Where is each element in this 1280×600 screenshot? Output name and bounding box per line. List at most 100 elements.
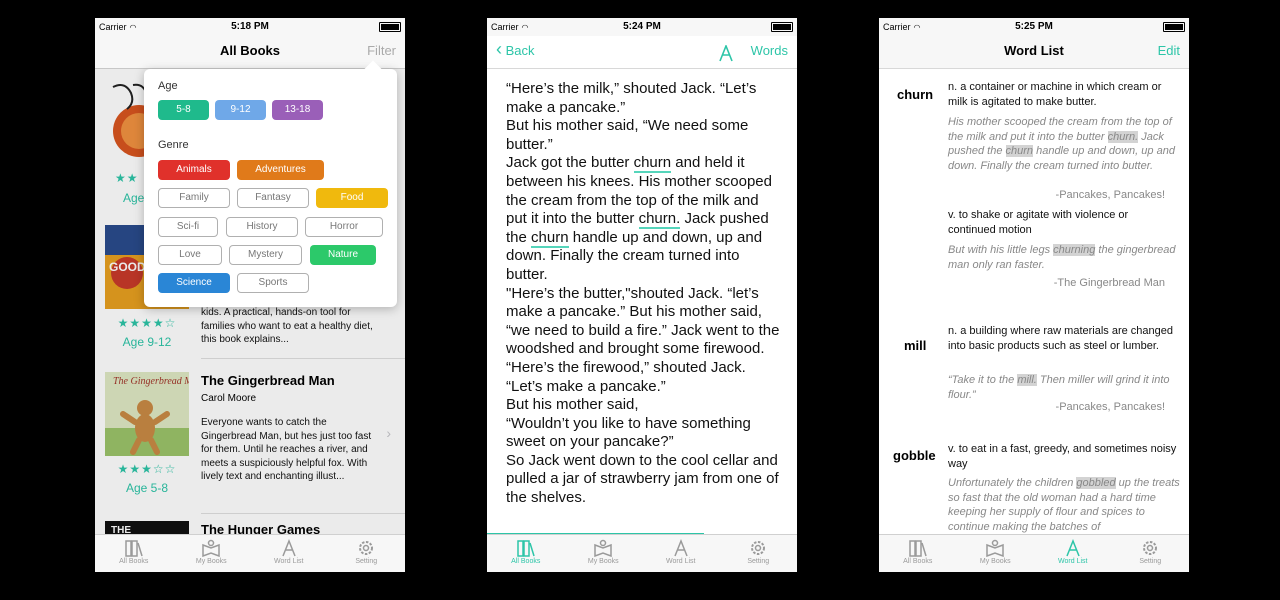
age-section-label: Age: [158, 80, 178, 92]
tab-label: My Books: [587, 558, 619, 565]
books-icon: [909, 540, 927, 557]
tab-label: Word List: [274, 558, 304, 565]
word-list-screen: Carrier ◠ 5:25 PM Word List Edit churn n.…: [879, 18, 1189, 572]
tab-my-books[interactable]: My Books: [173, 535, 251, 572]
genre-chip-love[interactable]: Love: [158, 245, 222, 265]
paragraph: “Here’s the milk,” shouted Jack. “Let’s …: [506, 80, 757, 116]
example-source: -Pancakes, Pancakes!: [1055, 401, 1165, 413]
filter-popover: Age 5-8 9-12 13-18 Genre Animals Adventu…: [144, 60, 397, 307]
genre-chip-history[interactable]: History: [226, 217, 298, 237]
highlighted-word[interactable]: churn: [633, 154, 672, 174]
tab-bar: All Books My Books Word List Setting: [487, 534, 797, 572]
tab-my-books[interactable]: My Books: [957, 535, 1035, 572]
battery-icon: [771, 22, 793, 32]
tab-word-list[interactable]: Word List: [1034, 535, 1112, 572]
reader-icon: [594, 539, 612, 557]
tab-label: All Books: [903, 558, 933, 565]
tab-word-list[interactable]: Word List: [250, 535, 328, 572]
tab-setting[interactable]: Setting: [1112, 535, 1190, 572]
reader-icon: [202, 539, 220, 557]
word-term[interactable]: gobble: [893, 448, 936, 463]
nav-bar: ‹ Back Words: [487, 36, 797, 69]
age-chip-5-8[interactable]: 5-8: [158, 100, 209, 120]
all-books-screen: Carrier ◠ 5:18 PM All Books Filter ★★ Age…: [95, 18, 405, 572]
letter-a-icon: [282, 539, 296, 557]
status-time: 5:25 PM: [1015, 21, 1053, 32]
example-source: -The Gingerbread Man: [1053, 277, 1165, 289]
tab-label: Setting: [1139, 558, 1162, 565]
paragraph: "Here’s the butter,"shouted Jack. “let’s…: [506, 284, 780, 358]
letter-a-icon: [674, 539, 688, 557]
battery-icon: [1163, 22, 1185, 32]
example: Unfortunately the children gobbled up th…: [948, 477, 1180, 533]
battery-icon: [379, 22, 401, 32]
edit-button[interactable]: Edit: [1158, 43, 1180, 58]
genre-chip-sci-fi[interactable]: Sci-fi: [158, 217, 218, 237]
chevron-left-icon: ‹: [496, 39, 502, 59]
status-bar: Carrier ◠ 5:18 PM: [95, 18, 405, 36]
page-title: All Books: [220, 43, 280, 58]
nav-bar: Word List Edit: [879, 36, 1189, 69]
genre-chip-nature[interactable]: Nature: [310, 245, 376, 265]
word-term[interactable]: churn: [897, 87, 933, 102]
genre-chip-mystery[interactable]: Mystery: [229, 245, 302, 265]
tab-label: All Books: [511, 558, 541, 565]
tab-label: All Books: [119, 558, 149, 565]
words-button[interactable]: Words: [751, 43, 788, 58]
age-chip-9-12[interactable]: 9-12: [215, 100, 266, 120]
genre-chip-animals[interactable]: Animals: [158, 160, 230, 180]
books-icon: [125, 540, 143, 557]
reader-screen: Carrier ◠ 5:24 PM ‹ Back Words “Here’s th…: [487, 18, 797, 572]
tab-label: Word List: [666, 558, 696, 565]
genre-chip-food[interactable]: Food: [316, 188, 388, 208]
highlighted-word[interactable]: churn: [531, 228, 569, 248]
tab-all-books[interactable]: All Books: [95, 535, 173, 572]
tab-label: My Books: [195, 558, 227, 565]
genre-chip-science[interactable]: Science: [158, 273, 230, 293]
letter-a-icon[interactable]: [718, 45, 734, 62]
example: But with his little legs churning the gi…: [948, 244, 1176, 271]
definition: n. a container or machine in which cream…: [948, 81, 1162, 108]
tab-bar: All Books My Books Word List Setting: [95, 534, 405, 572]
tab-label: Word List: [1058, 558, 1088, 565]
paragraph: So Jack went down to the cool cellar and…: [506, 451, 779, 507]
paragraph: But his mother said,: [506, 396, 639, 414]
highlighted-word[interactable]: churn.: [638, 210, 681, 230]
tab-setting[interactable]: Setting: [328, 535, 406, 572]
genre-chip-family[interactable]: Family: [158, 188, 230, 208]
definition: n. a building where raw materials are ch…: [948, 325, 1174, 352]
example: “Take it to the mill. Then miller will g…: [948, 374, 1170, 401]
status-time: 5:18 PM: [231, 21, 269, 32]
genre-chip-fantasy[interactable]: Fantasy: [237, 188, 309, 208]
reader-icon: [986, 539, 1004, 557]
tab-setting[interactable]: Setting: [720, 535, 798, 572]
example-source: -Pancakes, Pancakes!: [1055, 189, 1165, 201]
paragraph: But his mother said, “We need some butte…: [506, 117, 749, 153]
genre-chip-sports[interactable]: Sports: [237, 273, 309, 293]
tab-label: My Books: [979, 558, 1011, 565]
tab-bar: All Books My Books Word List Setting: [879, 534, 1189, 572]
definition: v. to eat in a fast, greedy, and sometim…: [948, 443, 1177, 470]
books-icon: [517, 540, 535, 557]
word-term[interactable]: mill: [904, 338, 926, 353]
gear-icon: [1143, 541, 1158, 555]
example: His mother scooped the cream from the to…: [948, 116, 1175, 172]
genre-section-label: Genre: [158, 139, 189, 151]
back-button[interactable]: ‹ Back: [496, 40, 535, 58]
tab-word-list[interactable]: Word List: [642, 535, 720, 572]
age-chip-13-18[interactable]: 13-18: [272, 100, 323, 120]
tab-label: Setting: [747, 558, 770, 565]
tab-my-books[interactable]: My Books: [565, 535, 643, 572]
book-text: “Here’s the milk,” shouted Jack. “Let’s …: [506, 80, 781, 508]
tab-all-books[interactable]: All Books: [487, 535, 565, 572]
genre-chip-horror[interactable]: Horror: [305, 217, 383, 237]
tab-all-books[interactable]: All Books: [879, 535, 957, 572]
paragraph: “Here’s the firewood,” shouted Jack. “Le…: [506, 358, 746, 395]
letter-a-icon: [1066, 539, 1080, 557]
paragraph: Jack got the butter churn and held it be…: [506, 154, 772, 283]
gear-icon: [751, 541, 766, 555]
tab-label: Setting: [355, 558, 378, 565]
gear-icon: [359, 541, 374, 555]
filter-button[interactable]: Filter: [367, 43, 396, 58]
genre-chip-adventures[interactable]: Adventures: [237, 160, 324, 180]
